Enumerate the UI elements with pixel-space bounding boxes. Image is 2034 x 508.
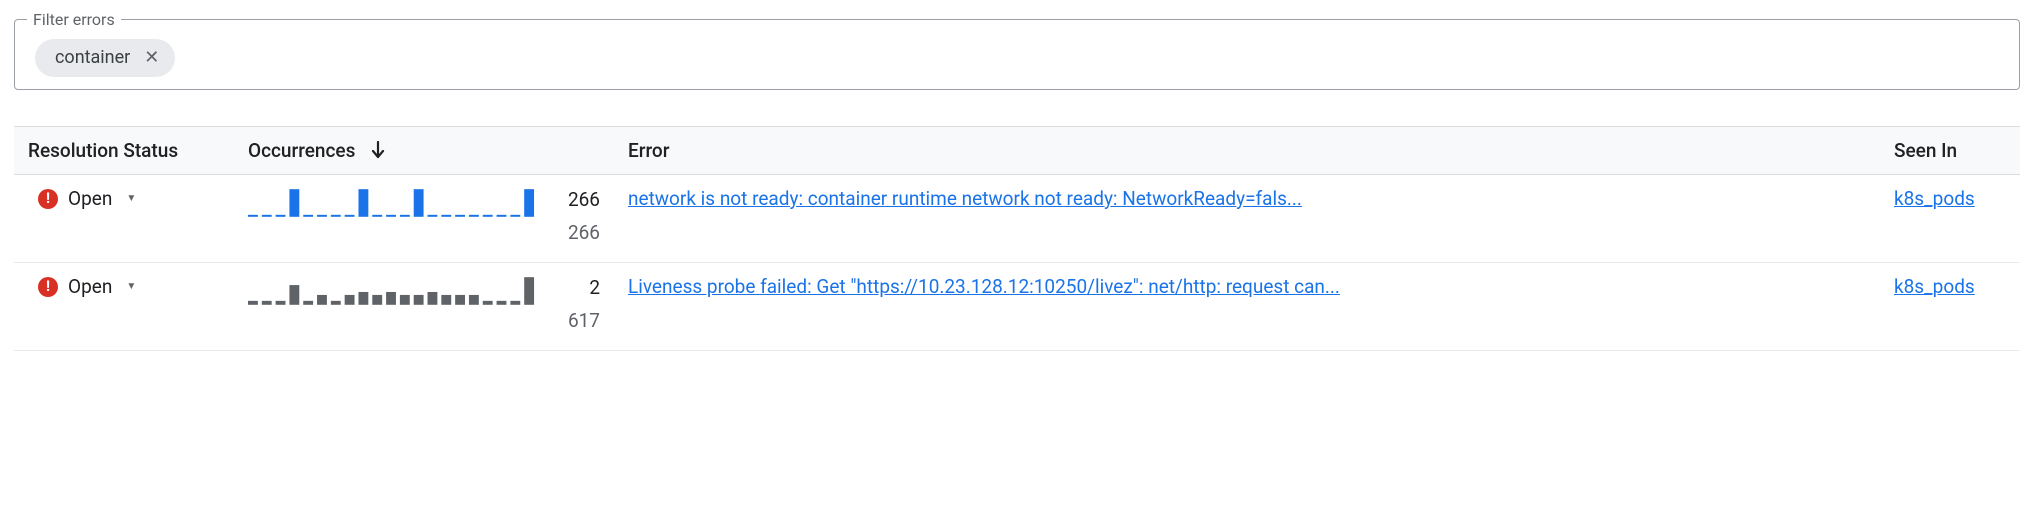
seen-in-link[interactable]: k8s_pods	[1894, 187, 2006, 210]
col-header-occurrences-label: Occurrences	[248, 139, 355, 162]
errors-table: Resolution Status Occurrences Error Seen…	[14, 126, 2020, 351]
filter-chip-label: container	[55, 49, 130, 67]
table-row: ! Open ▼ 2 617 Liveness probe failed: Ge…	[14, 263, 2020, 351]
occurrences-sparkline	[248, 275, 538, 305]
chevron-down-icon: ▼	[126, 193, 136, 204]
error-message-link[interactable]: Liveness probe failed: Get "https://10.2…	[628, 275, 1866, 298]
col-header-status-label: Resolution Status	[28, 139, 178, 162]
col-header-seen-in-label: Seen In	[1894, 139, 1957, 162]
error-status-icon: !	[38, 189, 58, 209]
status-label: Open	[68, 187, 112, 210]
sort-descending-icon	[370, 141, 386, 164]
col-header-seen-in[interactable]: Seen In	[1880, 127, 2020, 175]
error-status-icon: !	[38, 277, 58, 297]
occurrence-count: 2	[589, 275, 600, 302]
col-header-status[interactable]: Resolution Status	[14, 127, 234, 175]
filter-errors-field[interactable]: Filter errors container ✕	[14, 10, 2020, 90]
occurrence-total: 266	[568, 220, 600, 247]
filter-legend: Filter errors	[27, 10, 121, 29]
table-row: ! Open ▼ 266 266 network is not ready: c…	[14, 175, 2020, 263]
table-header-row: Resolution Status Occurrences Error Seen…	[14, 127, 2020, 175]
resolution-status-dropdown[interactable]: ! Open ▼	[28, 275, 220, 298]
occurrence-total: 617	[568, 308, 600, 335]
status-label: Open	[68, 275, 112, 298]
chevron-down-icon: ▼	[126, 281, 136, 292]
col-header-error[interactable]: Error	[614, 127, 1880, 175]
occurrences-sparkline	[248, 187, 538, 217]
occurrence-count: 266	[568, 187, 600, 214]
error-message-link[interactable]: network is not ready: container runtime …	[628, 187, 1866, 210]
seen-in-link[interactable]: k8s_pods	[1894, 275, 2006, 298]
filter-chip-container[interactable]: container ✕	[35, 39, 175, 77]
col-header-error-label: Error	[628, 139, 669, 162]
col-header-occurrences[interactable]: Occurrences	[234, 127, 614, 175]
resolution-status-dropdown[interactable]: ! Open ▼	[28, 187, 220, 210]
remove-chip-icon[interactable]: ✕	[144, 49, 159, 67]
